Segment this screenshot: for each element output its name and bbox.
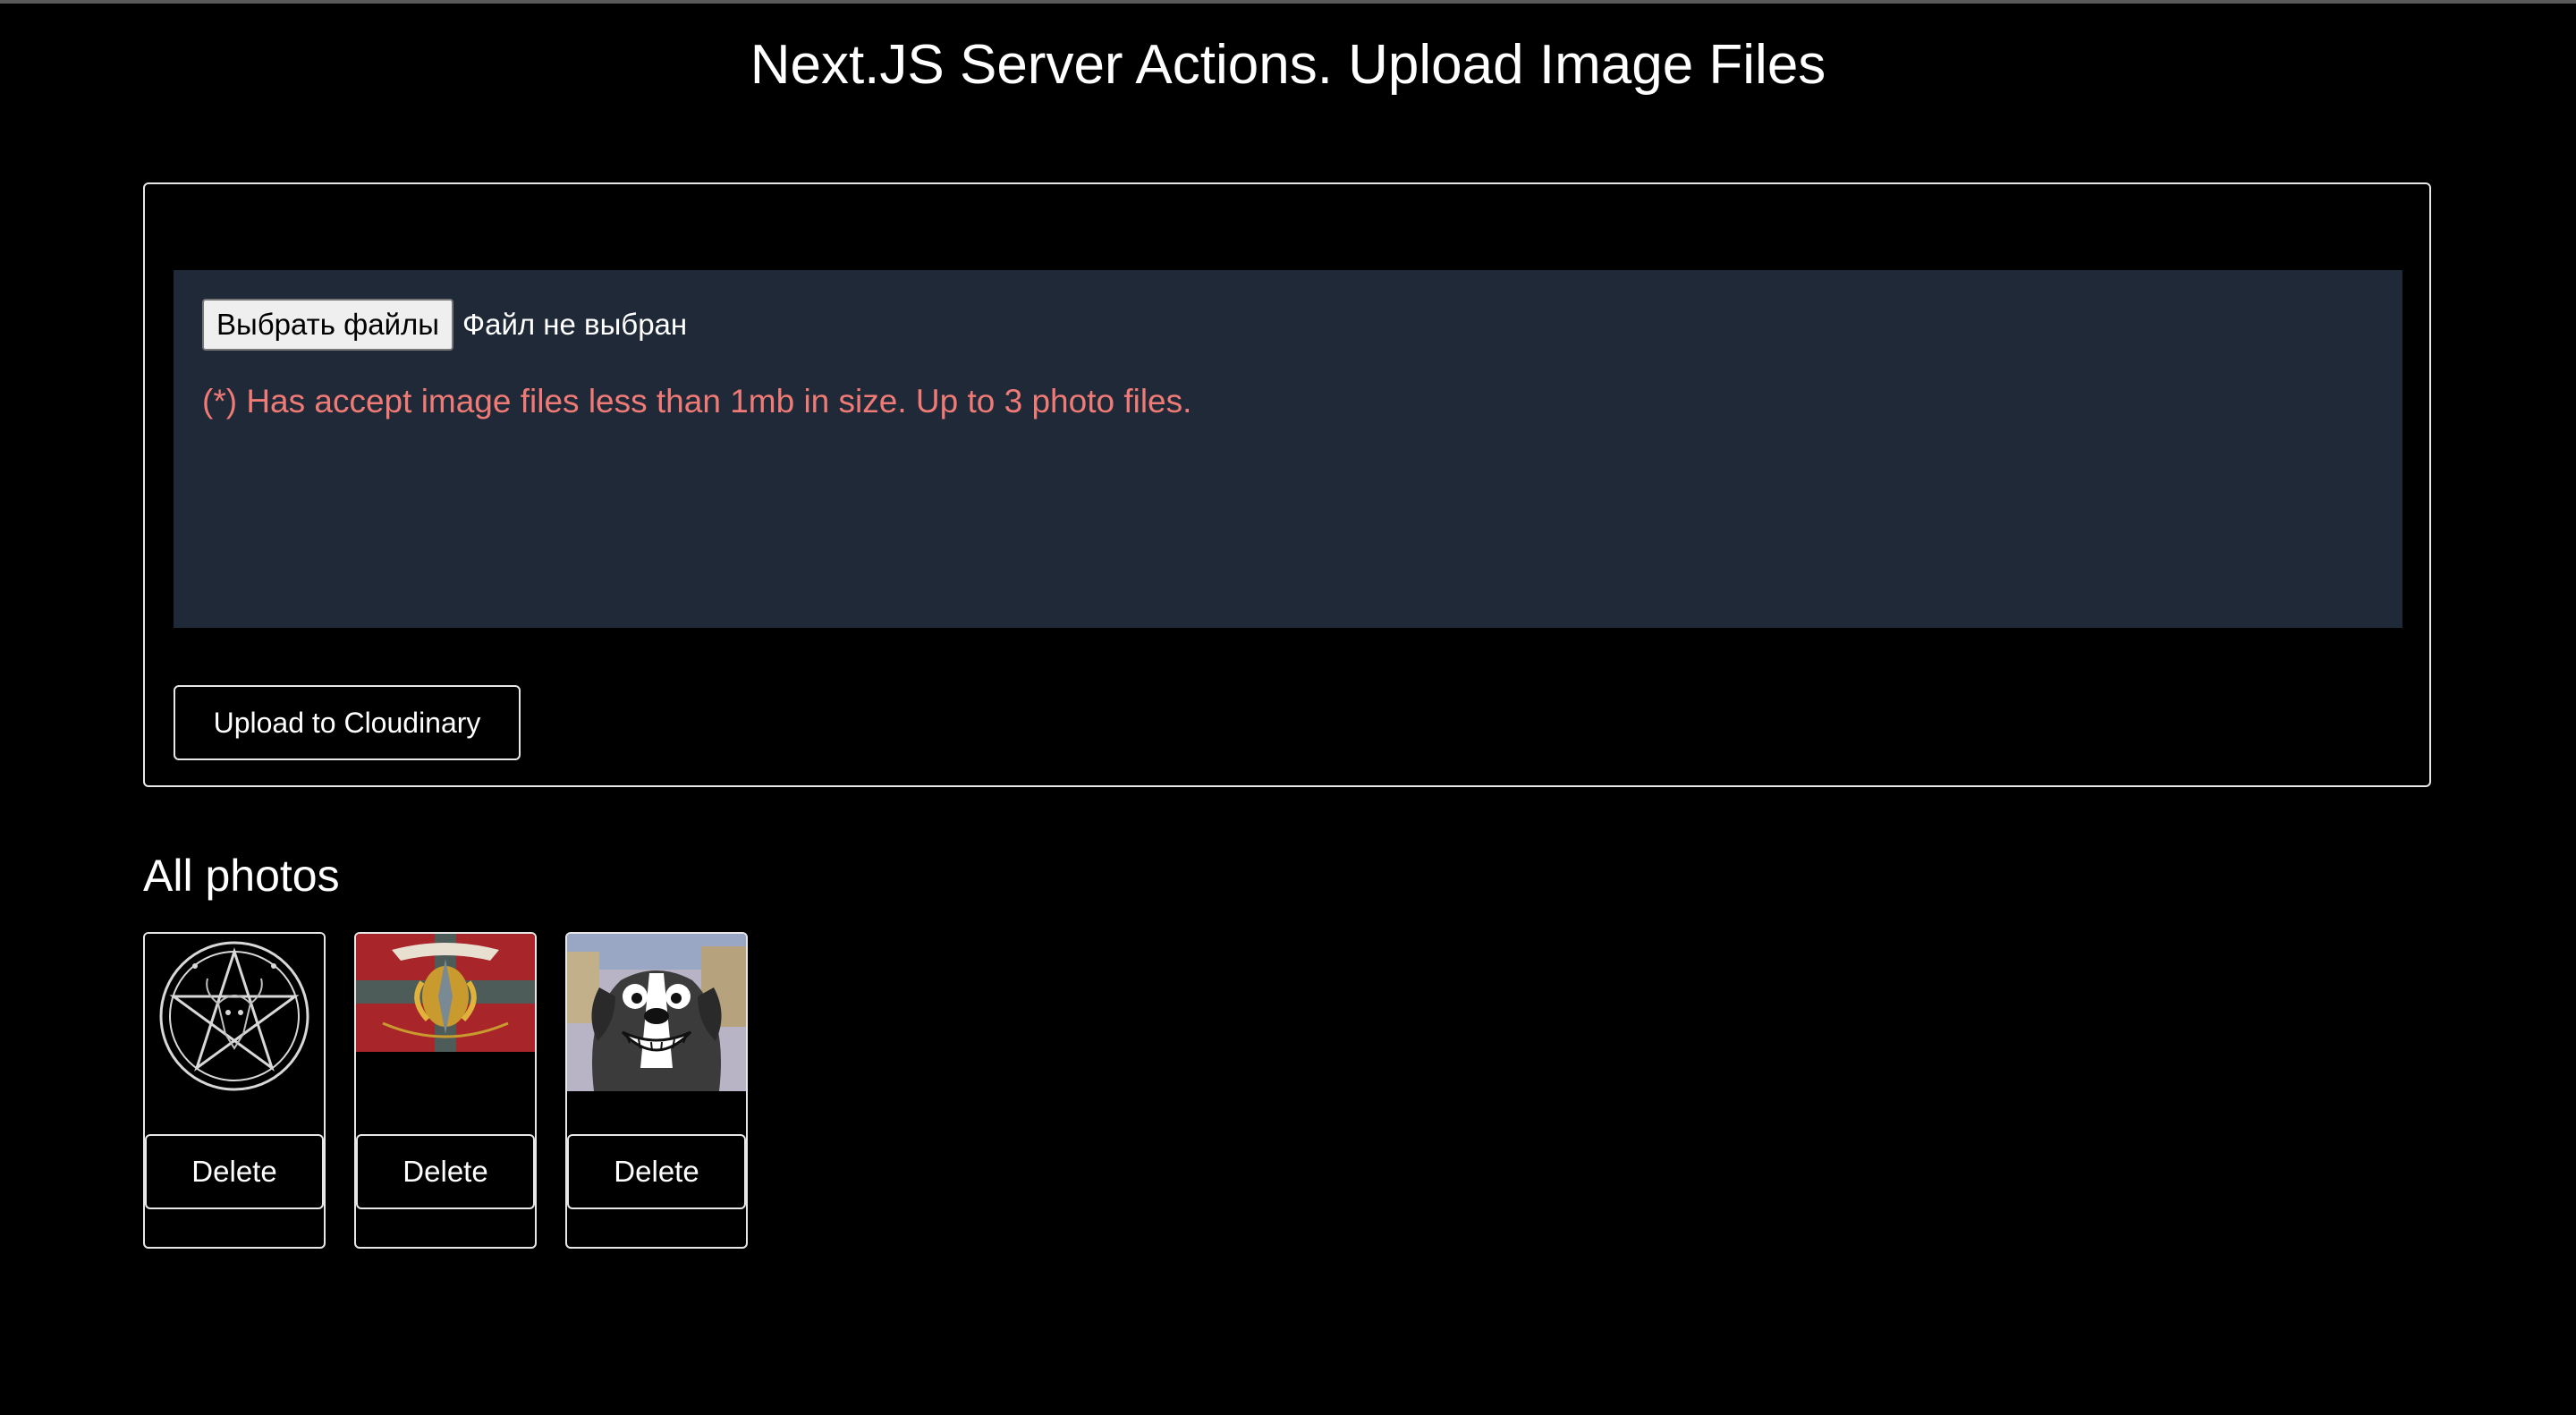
upload-form: Выбрать файлы Файл не выбран (*) Has acc…: [143, 182, 2431, 787]
photo-card: Delete: [354, 932, 537, 1249]
page-title: Next.JS Server Actions. Upload Image Fil…: [750, 34, 1826, 96]
window-top-border: [0, 0, 2576, 4]
photo-card: Delete: [565, 932, 748, 1249]
upload-to-cloudinary-button[interactable]: Upload to Cloudinary: [174, 685, 521, 760]
file-dropzone[interactable]: Выбрать файлы Файл не выбран (*) Has acc…: [174, 270, 2402, 628]
delete-photo-button[interactable]: Delete: [567, 1134, 746, 1209]
pentagram-goat-icon[interactable]: [145, 934, 324, 1091]
cartoon-dog-icon[interactable]: [567, 934, 746, 1091]
choose-files-button[interactable]: Выбрать файлы: [202, 299, 453, 351]
military-emblem-icon[interactable]: [356, 934, 535, 1052]
delete-photo-button[interactable]: Delete: [145, 1134, 324, 1209]
photo-grid: Delete Delete Delete: [143, 932, 748, 1249]
delete-photo-button[interactable]: Delete: [356, 1134, 535, 1209]
file-status-text: Файл не выбран: [462, 308, 688, 341]
upload-hint: (*) Has accept image files less than 1mb…: [202, 383, 1192, 419]
all-photos-heading: All photos: [143, 851, 340, 901]
file-input[interactable]: Выбрать файлы Файл не выбран: [202, 299, 687, 351]
photo-card: Delete: [143, 932, 326, 1249]
